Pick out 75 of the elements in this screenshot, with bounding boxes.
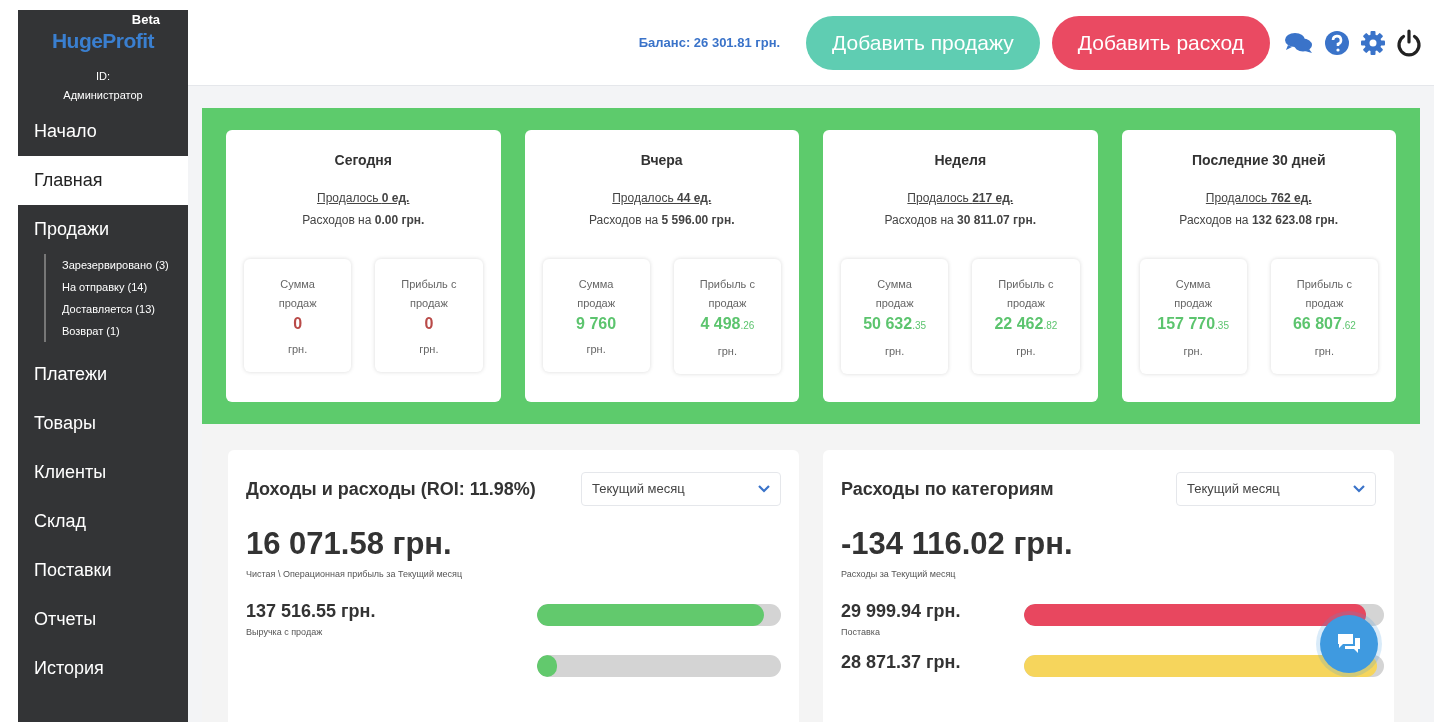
sidebar-item[interactable]: Платежи <box>18 350 188 399</box>
stat-label: Прибыль с продаж <box>400 277 458 311</box>
unit-text: грн. <box>419 342 439 357</box>
card-title: Расходы по категориям <box>841 477 1054 501</box>
card-title: Сегодня <box>334 151 392 170</box>
stat-value: 66 807.62 <box>1291 314 1357 334</box>
sold-link[interactable]: Продалось 0 ед. <box>317 189 410 207</box>
card-title: Доходы и расходы (ROI: 11.98%) <box>246 477 536 501</box>
sidebar-item[interactable]: Отчеты <box>18 595 188 644</box>
stat-label: Прибыль с продаж <box>698 277 756 311</box>
help-icon[interactable] <box>1324 29 1350 56</box>
submenu-item[interactable]: На отправку (14) <box>62 280 188 294</box>
logo-text: HugeProfit <box>51 27 155 54</box>
bar-label: Поставка <box>841 625 881 639</box>
chevron-down-icon <box>1353 485 1365 493</box>
power-icon[interactable] <box>1396 28 1422 57</box>
total-caption: Расходы за Текущий месяц <box>841 568 957 581</box>
stat-label: Сумма продаж <box>1173 277 1214 311</box>
sidebar-item[interactable]: История <box>18 644 188 693</box>
stat-label: Сумма продаж <box>576 277 617 311</box>
bar-amount: 28 871.37 грн. <box>841 651 961 673</box>
user-role: Администратор <box>62 87 144 103</box>
sold-link[interactable]: Продалось 44 ед. <box>612 189 712 207</box>
stat-value: 0 <box>292 314 304 334</box>
stat-value: 50 632.35 <box>862 314 928 334</box>
sold-link[interactable]: Продалось 217 ед. <box>907 189 1014 207</box>
balance-text: Баланс: 26 301.81 грн. <box>638 33 781 52</box>
submenu-item[interactable]: Доставляется (13) <box>62 302 188 316</box>
bar-amount: 137 516.55 грн. <box>246 599 376 622</box>
card-title: Вчера <box>640 151 683 170</box>
stat-label: Прибыль с продаж <box>997 277 1055 311</box>
sidebar-item[interactable]: Главная <box>18 156 188 205</box>
expenses-text: Расходов на 0.00 грн. <box>302 212 425 229</box>
sidebar-item[interactable]: Склад <box>18 497 188 546</box>
header-button[interactable]: Добавить расход <box>1051 15 1270 70</box>
stat-value: 4 498.26 <box>699 314 756 334</box>
user-id: ID: <box>94 69 112 84</box>
unit-text: грн. <box>288 342 308 357</box>
unit-text: грн. <box>1314 344 1334 359</box>
expenses-text: Расходов на 30 811.07 грн. <box>884 212 1036 229</box>
submenu-item[interactable]: Зарезервировано (3) <box>62 258 188 272</box>
sold-link[interactable]: Продалось 762 ед. <box>1205 189 1312 207</box>
sidebar-item[interactable]: Клиенты <box>18 448 188 497</box>
unit-text: грн. <box>586 342 606 357</box>
total-amount: 16 071.58 грн. <box>246 526 453 562</box>
total-caption: Чистая \ Операционная прибыль за Текущий месяц <box>246 568 464 581</box>
period-dropdown[interactable]: Текущий месяц <box>1176 472 1376 506</box>
beta-label: Beta <box>131 11 160 29</box>
expenses-text: Расходов на 5 596.00 грн. <box>588 212 735 229</box>
unit-text: грн. <box>885 344 905 359</box>
card-title: Последние 30 дней <box>1191 151 1326 170</box>
stat-label: Сумма продаж <box>277 277 318 311</box>
submenu-item[interactable]: Возврат (1) <box>62 324 188 338</box>
total-amount: -134 116.02 грн. <box>841 526 1074 562</box>
bar-label: Выручка с продаж <box>246 625 324 639</box>
unit-text: грн. <box>1183 344 1203 359</box>
stat-label: Прибыль с продаж <box>1295 277 1353 311</box>
bar-amount: 29 999.94 грн. <box>841 599 961 622</box>
card-title: Неделя <box>934 151 987 170</box>
stat-value: 157 770.35 <box>1156 314 1230 334</box>
stat-value: 9 760 <box>575 314 618 334</box>
unit-text: грн. <box>717 344 737 359</box>
period-dropdown[interactable]: Текущий месяц <box>581 472 781 506</box>
chat-icon[interactable] <box>1284 30 1314 55</box>
sidebar-item[interactable]: Продажи <box>18 205 188 254</box>
expenses-text: Расходов на 132 623.08 грн. <box>1179 212 1339 229</box>
settings-icon[interactable] <box>1360 29 1386 56</box>
unit-text: грн. <box>1016 344 1036 359</box>
stat-value: 22 462.82 <box>993 314 1059 334</box>
sidebar-item[interactable]: Товары <box>18 399 188 448</box>
stat-value: 0 <box>423 314 435 334</box>
sidebar-item[interactable]: Начало <box>18 107 188 156</box>
stat-label: Сумма продаж <box>874 277 915 311</box>
sidebar-item[interactable]: Поставки <box>18 546 188 595</box>
chevron-down-icon <box>758 485 770 493</box>
